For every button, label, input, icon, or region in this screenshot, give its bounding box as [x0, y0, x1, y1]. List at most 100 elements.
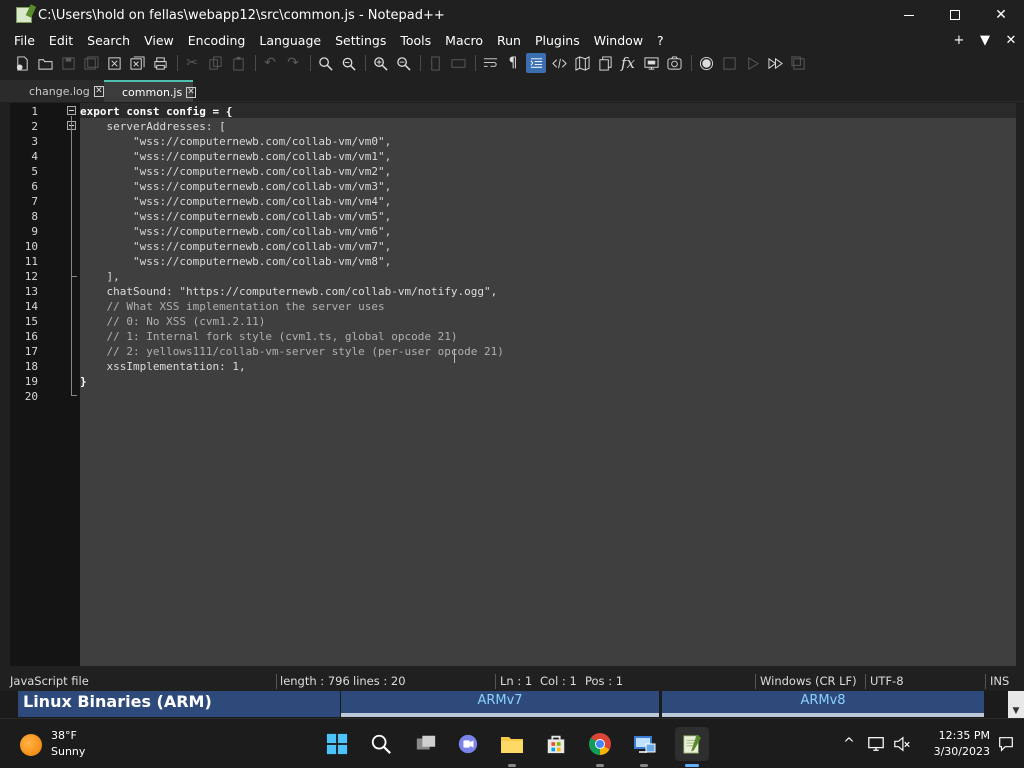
weather-temperature[interactable]: 38°F — [51, 729, 77, 742]
volume-muted-icon[interactable] — [892, 734, 912, 754]
webpage-link-armv7[interactable]: ARMv7 — [341, 691, 659, 717]
menu-help[interactable]: ? — [650, 30, 671, 51]
new-tab-button[interactable]: + — [946, 33, 972, 48]
stop-record-icon[interactable] — [719, 53, 739, 73]
start-icon[interactable] — [324, 731, 350, 757]
minimize-button[interactable] — [886, 0, 932, 30]
menu-file[interactable]: File — [0, 30, 42, 51]
fold-guide — [71, 116, 72, 396]
status-encoding[interactable]: UTF-8 — [870, 672, 904, 691]
weather-condition[interactable]: Sunny — [51, 745, 85, 758]
sync-horizontal-icon[interactable] — [448, 53, 468, 73]
zoom-in-icon[interactable] — [370, 53, 390, 73]
tab-change-log[interactable]: change.log ✕ — [0, 80, 104, 102]
toolbar-separator — [691, 55, 692, 71]
fold-toggle-icon[interactable] — [67, 106, 76, 115]
menu-run[interactable]: Run — [490, 30, 528, 51]
find-icon[interactable] — [315, 53, 335, 73]
document-map-icon[interactable] — [572, 53, 592, 73]
chevron-up-icon[interactable]: ^ — [839, 734, 859, 754]
tab-list-button[interactable]: ▼ — [972, 33, 998, 48]
status-insert-mode[interactable]: INS — [990, 672, 1009, 691]
toolbar-separator — [365, 55, 366, 71]
sun-icon[interactable] — [20, 734, 42, 756]
close-button[interactable]: ✕ — [978, 0, 1024, 30]
open-file-icon[interactable] — [35, 53, 55, 73]
close-file-icon[interactable] — [104, 53, 124, 73]
line-number: 13 — [24, 285, 38, 298]
teams-chat-icon[interactable] — [455, 731, 481, 757]
maximize-button[interactable] — [932, 0, 978, 30]
close-all-icon[interactable] — [127, 53, 147, 73]
code-line: xssImplementation: 1, — [80, 360, 246, 373]
tab-close-icon[interactable]: ✕ — [93, 85, 104, 97]
paste-icon[interactable] — [228, 53, 248, 73]
menu-macro[interactable]: Macro — [438, 30, 490, 51]
menu-encoding[interactable]: Encoding — [181, 30, 253, 51]
notepad-plus-plus-taskbar-icon[interactable] — [675, 727, 709, 761]
save-icon[interactable] — [58, 53, 78, 73]
record-macro-icon[interactable] — [696, 53, 716, 73]
system-clock-time[interactable]: 12:35 PM — [920, 729, 990, 742]
function-list-icon[interactable]: fx — [618, 53, 638, 73]
code-line: // 0: No XSS (cvm1.2.11) — [80, 315, 266, 328]
menu-language[interactable]: Language — [252, 30, 328, 51]
maximize-icon — [950, 10, 960, 20]
tab-close-icon[interactable]: ✕ — [186, 86, 196, 98]
tab-label: change.log — [29, 84, 90, 98]
monitoring-icon[interactable] — [664, 53, 684, 73]
doc-list-icon[interactable] — [595, 53, 615, 73]
menu-edit[interactable]: Edit — [42, 30, 80, 51]
new-file-icon[interactable] — [12, 53, 32, 73]
redo-icon[interactable]: ↷ — [283, 53, 303, 73]
status-eol[interactable]: Windows (CR LF) — [760, 672, 857, 691]
line-number: 14 — [24, 300, 38, 313]
close-doc-button[interactable]: ✕ — [998, 33, 1024, 48]
menu-search[interactable]: Search — [80, 30, 137, 51]
line-number-gutter: 1 2 3 4 5 6 7 8 9 10 11 12 13 14 15 16 1… — [10, 103, 60, 666]
vertical-scrollbar[interactable] — [1016, 103, 1024, 666]
window-controls: ✕ — [886, 0, 1024, 30]
editor[interactable]: 1 2 3 4 5 6 7 8 9 10 11 12 13 14 15 16 1… — [10, 103, 1016, 666]
microsoft-store-icon[interactable] — [543, 731, 569, 757]
save-all-icon[interactable] — [81, 53, 101, 73]
folder-workspace-icon[interactable] — [641, 53, 661, 73]
desktop: C:\Users\hold on fellas\webapp12\src\com… — [0, 0, 1024, 768]
undo-icon[interactable]: ↶ — [260, 53, 280, 73]
network-icon[interactable] — [866, 734, 886, 754]
copy-icon[interactable] — [205, 53, 225, 73]
tab-common-js[interactable]: common.js ✕ — [104, 80, 196, 102]
fold-guide — [71, 395, 77, 396]
cut-icon[interactable]: ✂ — [182, 53, 202, 73]
menu-tools[interactable]: Tools — [393, 30, 438, 51]
status-pos: Pos : 1 — [585, 674, 624, 688]
line-number: 15 — [24, 315, 38, 328]
word-wrap-icon[interactable] — [480, 53, 500, 73]
task-view-icon[interactable] — [413, 731, 439, 757]
search-icon[interactable] — [368, 731, 394, 757]
scroll-down-icon[interactable]: ▼ — [1008, 691, 1024, 718]
status-divider — [755, 674, 756, 689]
file-explorer-icon[interactable] — [499, 731, 525, 757]
notification-icon[interactable] — [996, 734, 1016, 754]
xml-tag-icon[interactable] — [549, 53, 569, 73]
zoom-out-icon[interactable] — [393, 53, 413, 73]
line-number: 11 — [24, 255, 38, 268]
menu-settings[interactable]: Settings — [328, 30, 393, 51]
menu-window[interactable]: Window — [587, 30, 650, 51]
webpage-link-armv8[interactable]: ARMv8 — [662, 691, 984, 717]
menu-view[interactable]: View — [137, 30, 181, 51]
code-text-area[interactable]: export const config = { serverAddresses:… — [80, 103, 1016, 666]
save-macro-icon[interactable] — [788, 53, 808, 73]
menu-plugins[interactable]: Plugins — [528, 30, 587, 51]
indent-guide-icon[interactable] — [526, 53, 546, 73]
system-clock-date[interactable]: 3/30/2023 — [920, 745, 990, 758]
remote-desktop-icon[interactable] — [631, 731, 657, 757]
print-icon[interactable] — [150, 53, 170, 73]
replace-icon[interactable] — [338, 53, 358, 73]
show-all-chars-icon[interactable]: ¶ — [503, 53, 523, 73]
chrome-icon[interactable] — [587, 731, 613, 757]
play-macro-icon[interactable] — [742, 53, 762, 73]
sync-vertical-icon[interactable] — [425, 53, 445, 73]
run-macro-multiple-icon[interactable] — [765, 53, 785, 73]
